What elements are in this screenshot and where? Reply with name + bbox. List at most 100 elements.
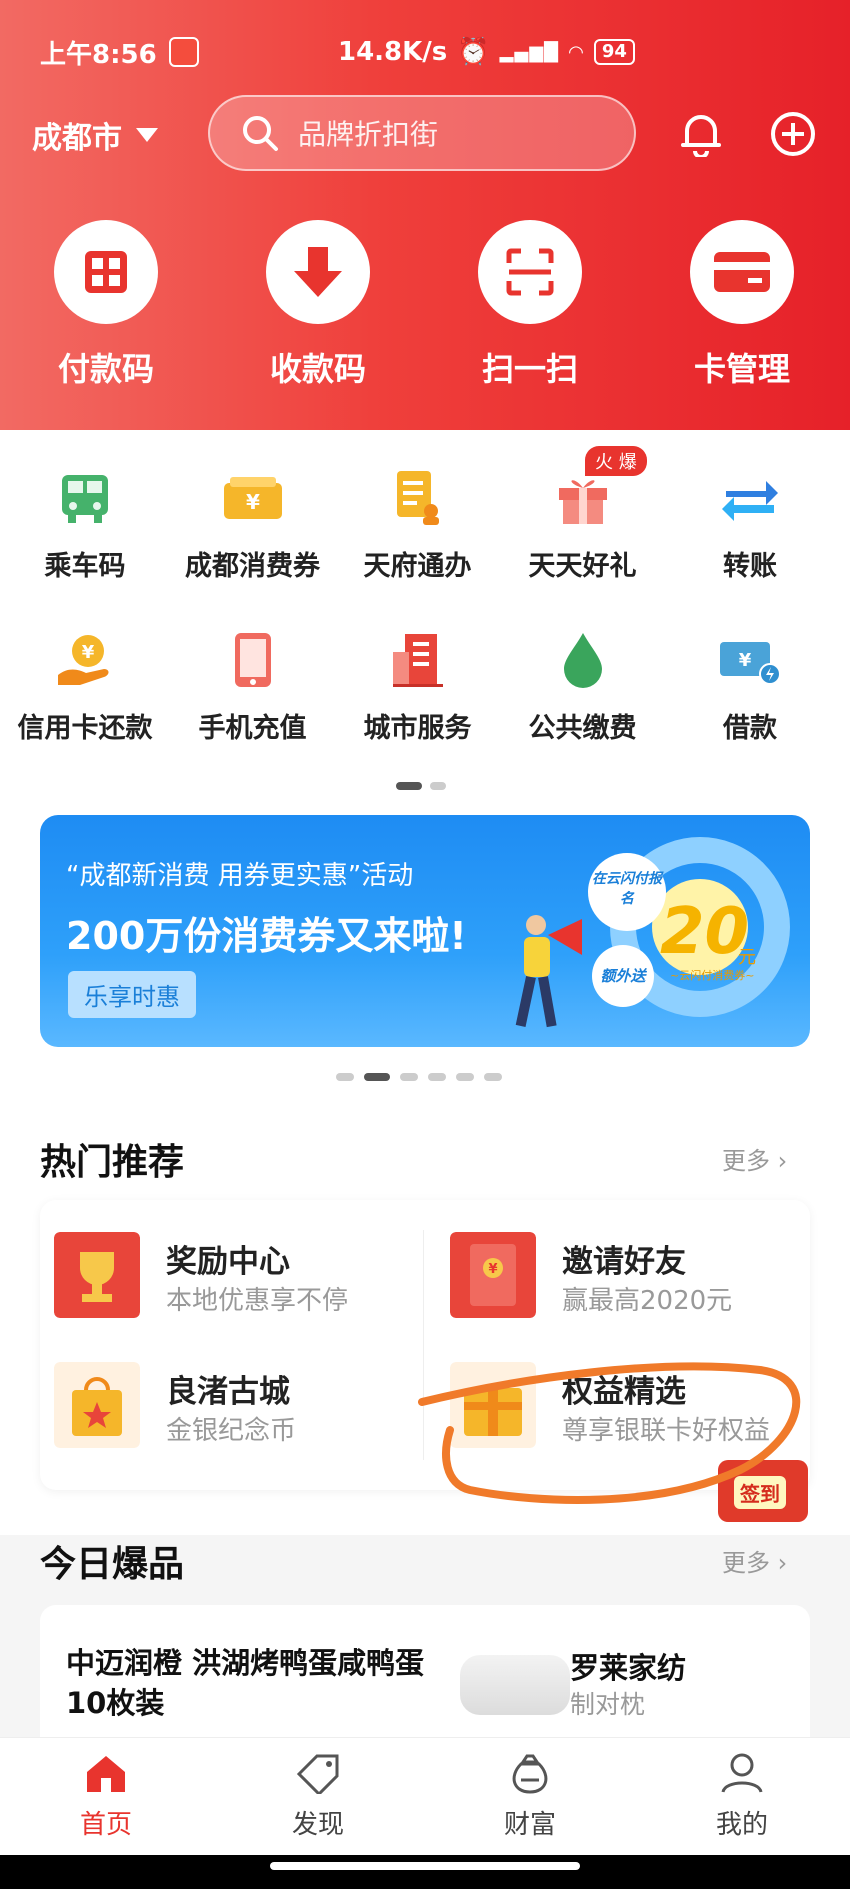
tab-label: 首页 — [79, 1810, 132, 1840]
bell-icon[interactable] — [679, 111, 723, 157]
signin-float-button[interactable]: 签到 — [718, 1460, 808, 1522]
today-hot-section: 今日爆品 更多 › 中迈润橙 洪湖烤鸭蛋咸鸭蛋10枚装 罗莱家纺 制对枕 — [0, 1535, 850, 1745]
banner-bubble-register: 在云闪付报名 — [588, 853, 666, 931]
service-chengdu-coupon[interactable]: ¥ 成都消费券 — [170, 466, 335, 583]
service-credit-repay[interactable]: ¥ 信用卡还款 — [0, 628, 170, 745]
quick-actions: 付款码 收款码 扫一扫 卡管理 — [0, 220, 850, 390]
more-label: 更多 — [722, 1147, 770, 1175]
product-title[interactable]: 中迈润橙 洪湖烤鸭蛋咸鸭蛋10枚装 — [66, 1643, 426, 1723]
hot-item-title: 奖励中心 — [166, 1244, 290, 1280]
phone-icon — [234, 633, 271, 687]
divider — [423, 1230, 424, 1460]
card-icon — [714, 252, 770, 292]
add-icon[interactable] — [770, 111, 816, 157]
app-notification-icon — [168, 37, 199, 67]
qr-grid-icon — [85, 251, 127, 293]
gift-icon — [558, 480, 607, 524]
service-loan[interactable]: ¥ 借款 — [665, 628, 835, 745]
section-title: 热门推荐 — [40, 1142, 185, 1183]
hot-item-title: 良渚古城 — [166, 1374, 290, 1410]
search-bar[interactable]: 品牌折扣街 — [208, 95, 636, 171]
section-title: 今日爆品 — [40, 1544, 185, 1585]
water-drop-icon — [563, 633, 602, 688]
hot-item-desc: 金银纪念币 — [166, 1416, 297, 1446]
tab-mine[interactable]: 我的 — [636, 1738, 848, 1855]
system-nav-bar — [0, 1855, 850, 1889]
banner-line1: “成都新消费 用券更实惠”活动 — [66, 861, 414, 891]
card-manage-button[interactable]: 卡管理 — [636, 220, 848, 390]
today-more-link[interactable]: 更多 › — [722, 1543, 787, 1578]
service-label: 信用卡还款 — [17, 713, 153, 744]
trophy-icon — [54, 1232, 140, 1318]
service-phone-topup[interactable]: 手机充值 — [170, 628, 335, 745]
more-label: 更多 — [722, 1549, 770, 1577]
arrow-down-icon — [294, 247, 342, 297]
status-time: 上午8:56 — [40, 39, 157, 70]
bus-icon — [62, 475, 108, 523]
tab-label: 我的 — [715, 1810, 768, 1840]
battery-indicator: 94 — [593, 39, 635, 65]
header: 上午8:56 14.8K/s ⏰ ▂▄▆█ ◠ 94 成都市 品牌折扣街 付款码 — [0, 0, 850, 430]
service-transfer[interactable]: 转账 — [665, 466, 835, 583]
city-selector[interactable]: 成都市 — [32, 113, 158, 157]
service-label: 乘车码 — [44, 551, 126, 582]
tab-wealth[interactable]: 财富 — [424, 1738, 636, 1855]
today-products-card: 中迈润橙 洪湖烤鸭蛋咸鸭蛋10枚装 罗莱家纺 制对枕 — [40, 1605, 810, 1745]
svg-text:¥: ¥ — [246, 490, 260, 514]
page-dot — [336, 1073, 354, 1081]
hot-item-rewards[interactable]: 奖励中心 本地优惠享不停 — [40, 1220, 400, 1320]
pay-code-button[interactable]: 付款码 — [0, 220, 212, 390]
product-title[interactable]: 罗莱家纺 — [570, 1645, 686, 1687]
megaphone-person-illustration — [515, 915, 582, 1028]
promo-banner[interactable]: “成都新消费 用券更实惠”活动 200万份消费券又来啦! 乐享时惠 20 元 ~… — [40, 815, 810, 1047]
pillow-image[interactable] — [460, 1655, 570, 1715]
scan-button[interactable]: 扫一扫 — [424, 220, 636, 390]
page-dot-active — [396, 782, 422, 790]
banner-bubble-extra: 额外送 — [592, 945, 654, 1007]
svg-text:¥: ¥ — [488, 1262, 497, 1277]
tab-home[interactable]: 首页 — [0, 1738, 212, 1855]
service-label: 公共缴费 — [528, 713, 637, 744]
hot-item-liangzhu[interactable]: 良渚古城 金银纪念币 — [40, 1350, 400, 1450]
hot-item-benefits[interactable]: 权益精选 尊享银联卡好权益 — [436, 1350, 796, 1450]
service-daily-gift[interactable]: 火 爆 天天好礼 — [500, 446, 665, 583]
pay-code-circle — [54, 220, 158, 324]
scan-circle — [478, 220, 582, 324]
transfer-icon — [722, 481, 778, 521]
scan-icon — [506, 248, 554, 296]
document-icon — [396, 471, 439, 525]
product-desc: 制对枕 — [570, 1690, 646, 1719]
svg-text:¥: ¥ — [82, 642, 95, 663]
wifi-icon: ◠ — [569, 41, 584, 63]
service-city[interactable]: 城市服务 — [335, 628, 500, 745]
banner-button[interactable]: 乐享时惠 — [68, 971, 196, 1018]
hot-item-invite[interactable]: ¥ 邀请好友 赢最高2020元 — [436, 1220, 796, 1320]
coupon-amount: 20 — [660, 895, 750, 969]
receive-code-button[interactable]: 收款码 — [212, 220, 424, 390]
service-tianfu[interactable]: 天府通办 — [335, 466, 500, 583]
service-label: 借款 — [723, 713, 777, 744]
service-label: 天天好礼 — [528, 551, 637, 582]
card-manage-circle — [690, 220, 794, 324]
service-bus-code[interactable]: 乘车码 — [0, 466, 170, 583]
tab-discover[interactable]: 发现 — [212, 1738, 424, 1855]
building-icon — [392, 634, 443, 687]
money-bag-icon — [512, 1754, 548, 1794]
service-page-indicator — [396, 782, 446, 790]
hot-more-link[interactable]: 更多 › — [722, 1141, 787, 1176]
hot-item-desc: 尊享银联卡好权益 — [562, 1416, 771, 1446]
service-utilities[interactable]: 公共缴费 — [500, 628, 665, 745]
yuan-hand-icon: ¥ — [58, 635, 109, 685]
receive-code-label: 收款码 — [269, 350, 366, 388]
signin-label: 签到 — [734, 1476, 786, 1509]
pay-code-label: 付款码 — [57, 350, 154, 388]
gift-box-icon — [450, 1362, 536, 1448]
banner-page-indicator — [336, 1073, 502, 1081]
banner-section: “成都新消费 用券更实惠”活动 200万份消费券又来啦! 乐享时惠 20 元 ~… — [0, 815, 850, 1105]
service-label: 城市服务 — [363, 713, 472, 744]
dropdown-arrow-icon — [136, 128, 158, 142]
home-indicator[interactable] — [270, 1862, 580, 1870]
alarm-icon: ⏰ — [457, 37, 490, 67]
services-row-2: ¥ 信用卡还款 手机充值 城市服务 公共缴费 ¥ 借款 — [0, 628, 850, 745]
services-grid: 乘车码 ¥ 成都消费券 天府通办 火 爆 天天好礼 转账 ¥ 信用卡还款 手机充… — [0, 430, 850, 815]
